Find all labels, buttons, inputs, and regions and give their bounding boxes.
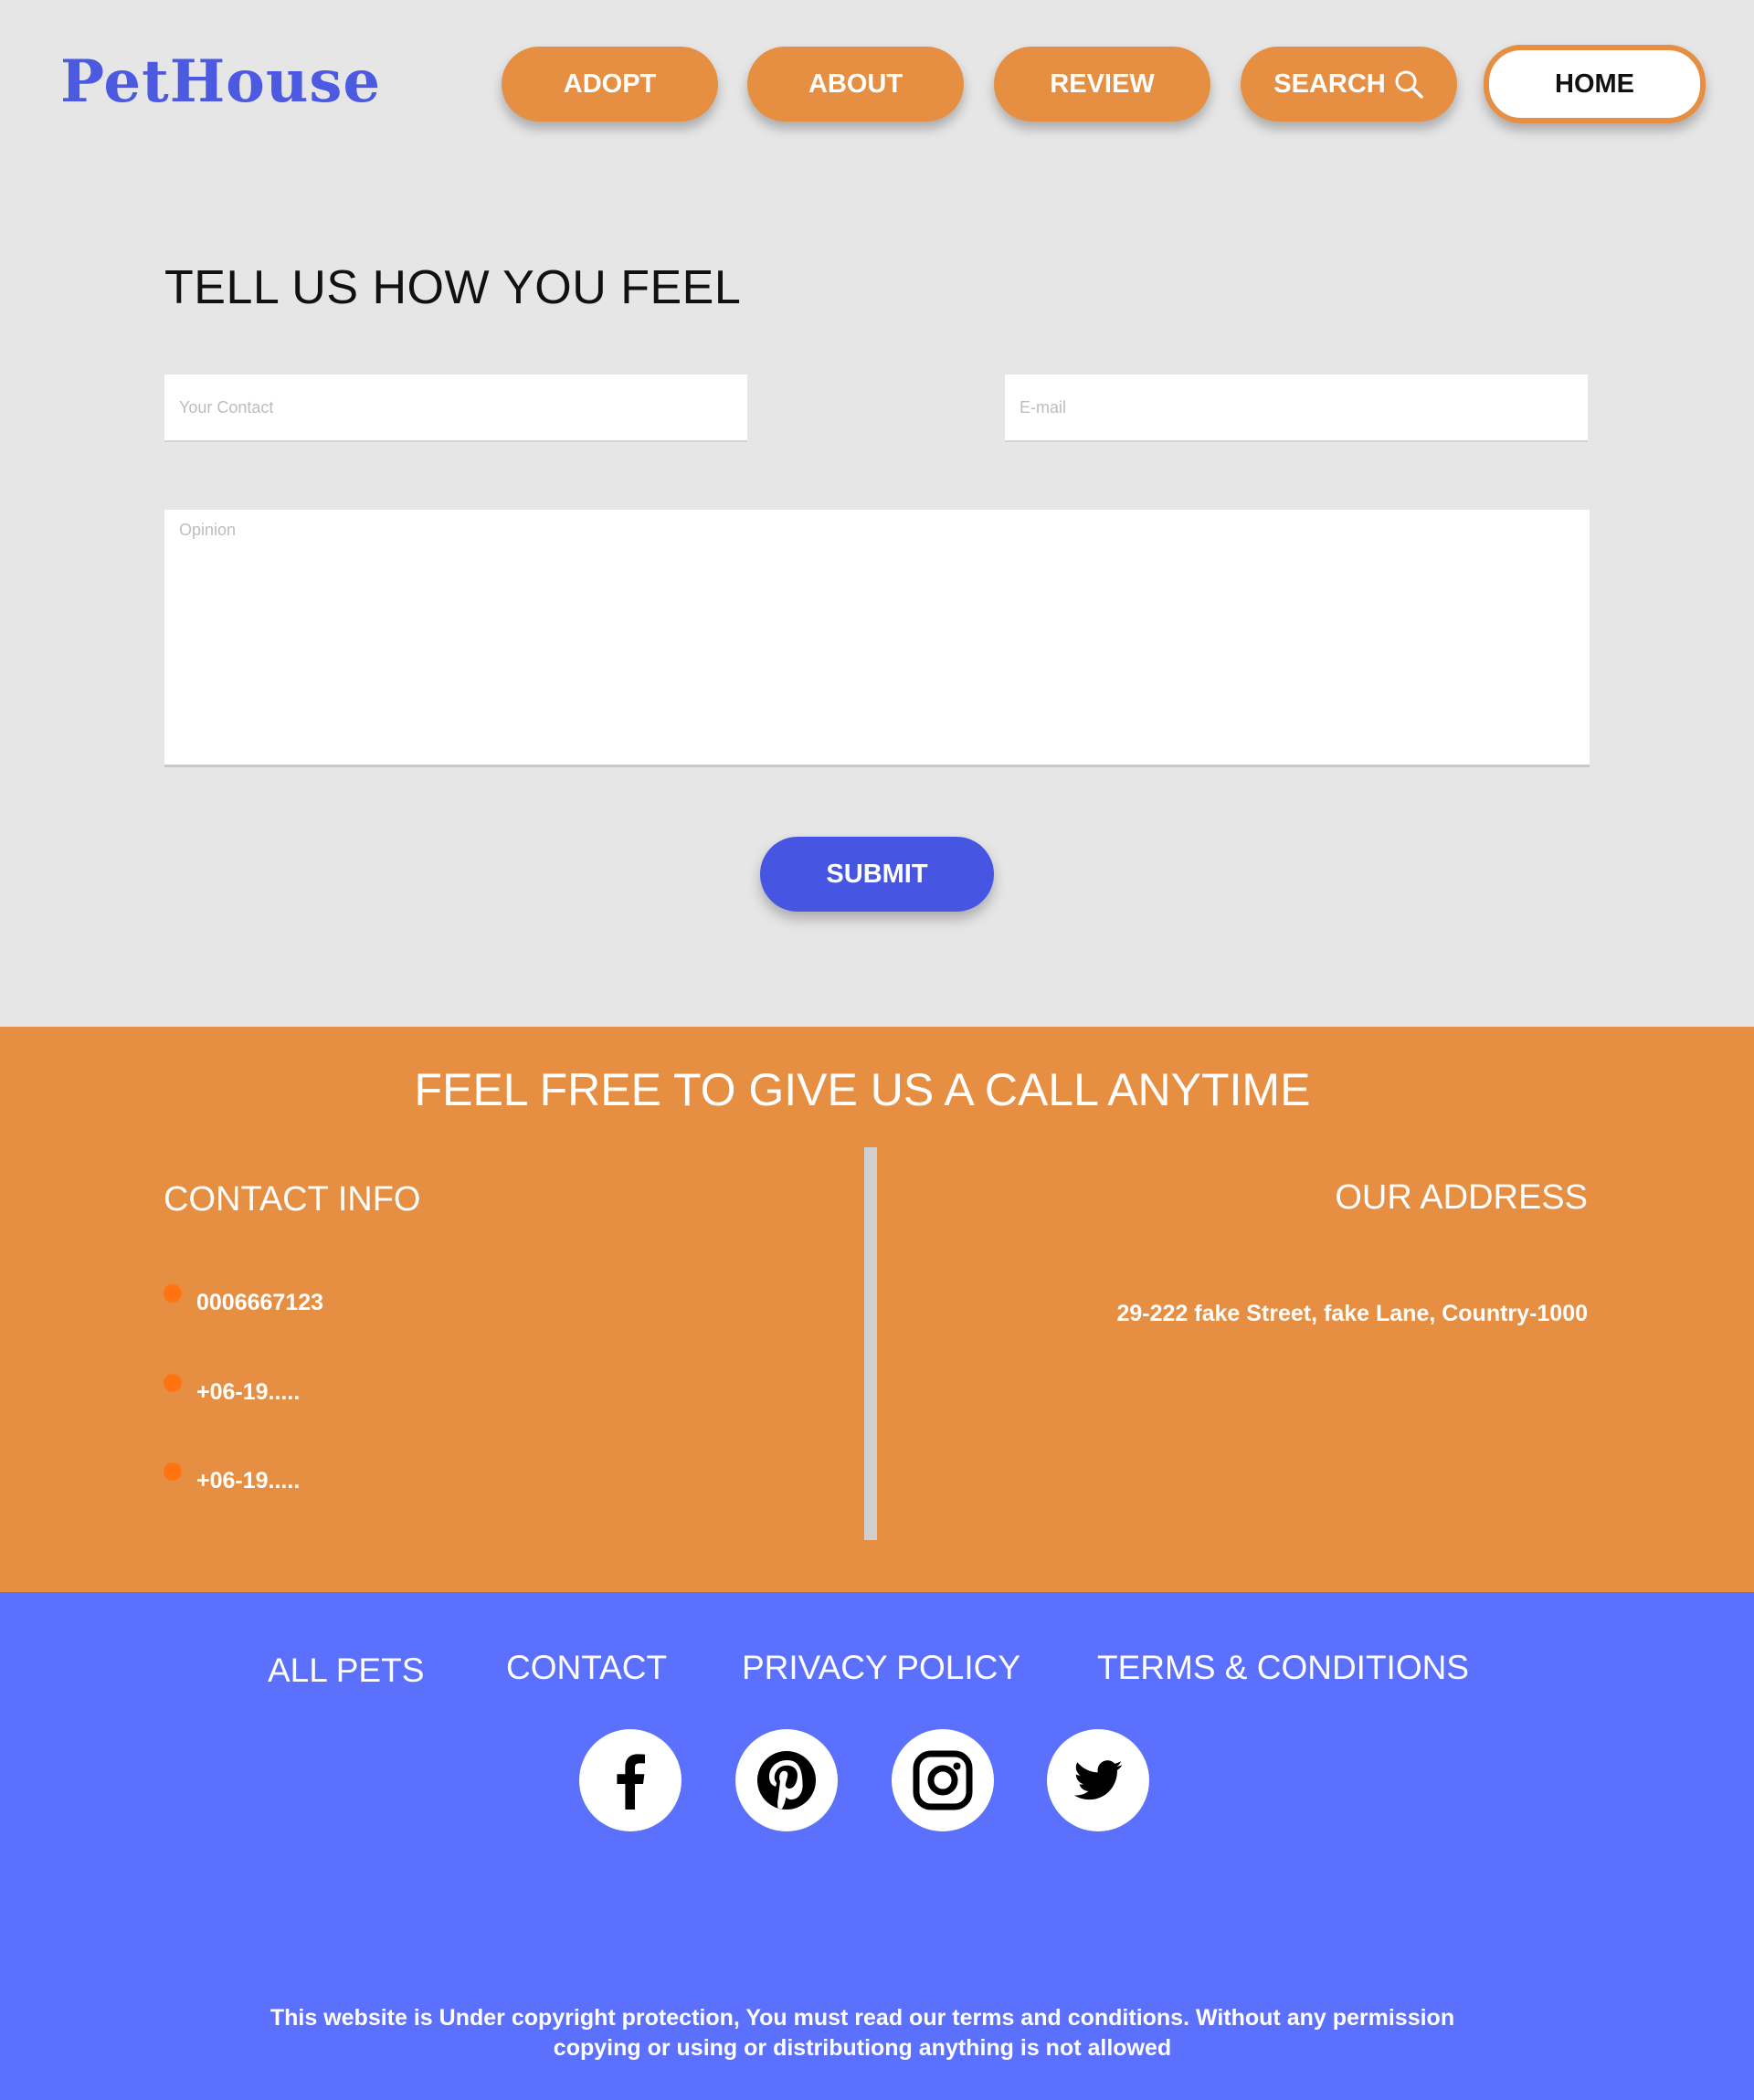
nav-adopt-label: ADOPT — [563, 69, 657, 99]
facebook-icon[interactable] — [579, 1729, 682, 1831]
twitter-icon[interactable] — [1047, 1729, 1149, 1831]
nav-adopt-button[interactable]: ADOPT — [502, 47, 718, 121]
contact-info-item: +06-19..... — [164, 1462, 300, 1494]
site-header: PetHouse ADOPT ABOUT REVIEW SEARCH HOME — [0, 0, 1754, 174]
opinion-textarea[interactable] — [164, 510, 1590, 767]
contact-section-title: FEEL FREE TO GIVE US A CALL ANYTIME — [414, 1064, 1311, 1115]
contact-info-item: 0006667123 — [164, 1284, 323, 1316]
email-input[interactable] — [1005, 375, 1588, 442]
nav-about-label: ABOUT — [808, 69, 903, 99]
bullet-dot-icon — [164, 1462, 182, 1481]
bullet-dot-icon — [164, 1284, 182, 1303]
pinterest-icon[interactable] — [735, 1729, 838, 1831]
contact-info-item: +06-19..... — [164, 1374, 300, 1406]
copyright-line-1: This website is Under copyright protecti… — [269, 2005, 1455, 2031]
nav-search-button[interactable]: SEARCH — [1241, 47, 1457, 121]
nav-home-label: HOME — [1555, 69, 1634, 99]
search-icon — [1393, 69, 1424, 100]
copyright-notice: This website is Under copyright protecti… — [0, 2003, 1725, 2063]
phone-number: 0006667123 — [196, 1290, 324, 1315]
form-title: TELL US HOW YOU FEEL — [164, 261, 742, 314]
contact-input[interactable] — [164, 375, 747, 442]
footer-link-contact[interactable]: CONTACT — [506, 1649, 667, 1687]
copyright-line-2: copying or using or distributiong anythi… — [553, 2035, 1172, 2061]
instagram-icon[interactable] — [892, 1729, 994, 1831]
site-footer: ALL PETS CONTACT PRIVACY POLICY TERMS & … — [0, 1592, 1754, 2100]
site-logo[interactable]: PetHouse — [60, 47, 381, 116]
nav-home-button[interactable]: HOME — [1484, 45, 1706, 123]
bullet-dot-icon — [164, 1374, 182, 1392]
nav-review-button[interactable]: REVIEW — [994, 47, 1210, 121]
footer-link-all-pets[interactable]: ALL PETS — [268, 1652, 424, 1690]
nav-about-button[interactable]: ABOUT — [747, 47, 964, 121]
phone-number: +06-19..... — [196, 1468, 301, 1493]
contact-info-heading: CONTACT INFO — [164, 1180, 421, 1219]
submit-label: SUBMIT — [826, 859, 928, 889]
submit-button[interactable]: SUBMIT — [760, 837, 994, 912]
footer-link-terms[interactable]: TERMS & CONDITIONS — [1097, 1649, 1469, 1687]
phone-number: +06-19..... — [196, 1379, 301, 1405]
nav-search-label: SEARCH — [1273, 69, 1386, 99]
address-text: 29-222 fake Street, fake Lane, Country-1… — [1116, 1301, 1588, 1326]
address-heading: OUR ADDRESS — [1335, 1178, 1588, 1217]
nav-review-label: REVIEW — [1050, 69, 1155, 99]
footer-link-privacy-policy[interactable]: PRIVACY POLICY — [742, 1649, 1020, 1687]
section-divider — [864, 1147, 877, 1540]
contact-section: FEEL FREE TO GIVE US A CALL ANYTIME CONT… — [0, 1027, 1754, 1592]
